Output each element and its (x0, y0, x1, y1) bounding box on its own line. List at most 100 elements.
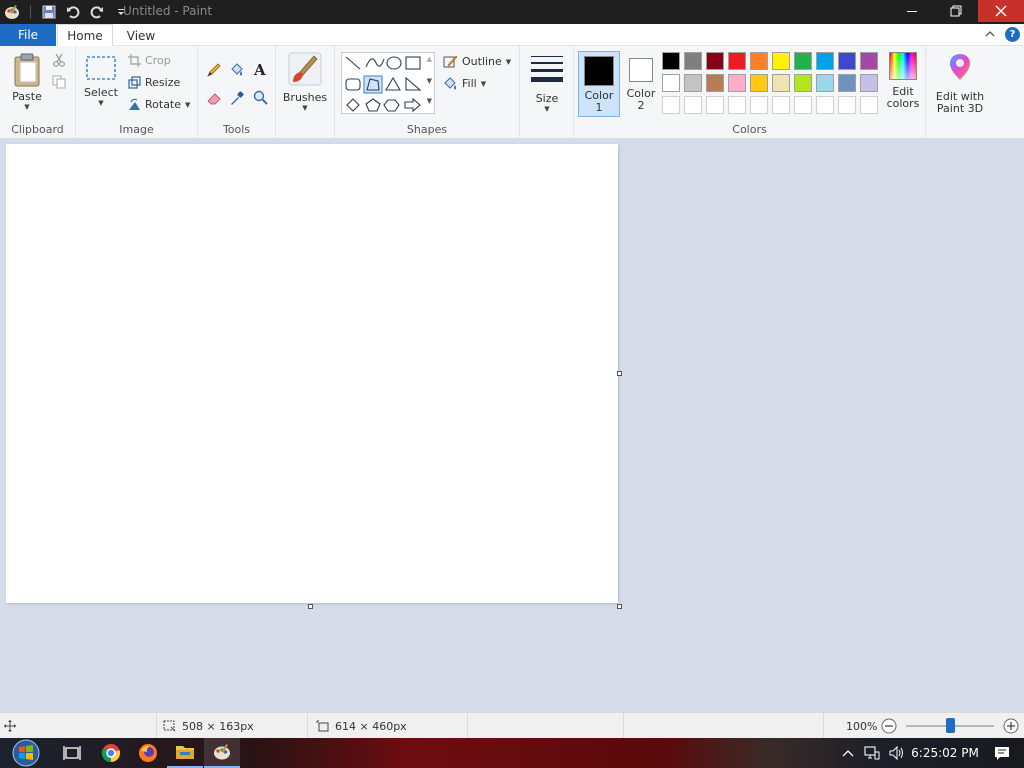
palette-custom-swatch[interactable] (662, 96, 680, 114)
help-icon[interactable]: ? (1005, 27, 1020, 42)
restore-button[interactable] (934, 0, 978, 22)
palette-color-swatch[interactable] (662, 52, 680, 70)
palette-color-swatch[interactable] (838, 74, 856, 92)
close-button[interactable] (978, 0, 1024, 22)
start-button[interactable] (4, 738, 48, 768)
palette-color-swatch[interactable] (706, 52, 724, 70)
palette-color-swatch[interactable] (750, 52, 768, 70)
color-picker-icon[interactable] (229, 90, 245, 109)
minimize-ribbon-icon[interactable] (985, 28, 995, 42)
paste-button[interactable]: Paste ▼ (8, 52, 46, 111)
zoom-slider-thumb[interactable] (946, 718, 955, 733)
palette-custom-swatch[interactable] (684, 96, 702, 114)
palette-color-swatch[interactable] (772, 52, 790, 70)
oval-shape-icon (386, 56, 402, 70)
minimize-button[interactable] (890, 0, 934, 22)
edit-colors-label-2: colors (886, 97, 920, 110)
zoom-out-button[interactable] (881, 718, 897, 737)
palette-custom-swatch[interactable] (794, 96, 812, 114)
taskbar-chrome[interactable] (93, 738, 129, 768)
palette-color-swatch[interactable] (794, 74, 812, 92)
tab-home[interactable]: Home (57, 24, 113, 47)
taskbar-paint[interactable] (204, 738, 240, 768)
outline-button[interactable]: Outline ▼ (443, 54, 511, 69)
palette-color-swatch[interactable] (816, 52, 834, 70)
zoom-in-button[interactable] (1003, 718, 1019, 737)
select-button[interactable]: Select ▼ (83, 54, 119, 107)
palette-color-swatch[interactable] (860, 74, 878, 92)
palette-color-swatch[interactable] (684, 74, 702, 92)
pencil-icon[interactable] (206, 62, 222, 81)
palette-color-swatch[interactable] (706, 74, 724, 92)
paint-app-icon[interactable] (2, 2, 22, 22)
palette-custom-swatch[interactable] (838, 96, 856, 114)
resize-button[interactable]: Resize (128, 76, 180, 89)
canvas-resize-handle-right[interactable] (617, 371, 622, 376)
selection-size: 508 × 163px (156, 713, 308, 739)
palette-color-swatch[interactable] (772, 74, 790, 92)
color1-button[interactable]: Color 1 (578, 51, 620, 117)
paint-taskbar-icon (214, 744, 230, 760)
palette-custom-swatch[interactable] (772, 96, 790, 114)
palette-color-swatch[interactable] (728, 74, 746, 92)
palette-color-swatch[interactable] (750, 74, 768, 92)
palette-custom-swatch[interactable] (728, 96, 746, 114)
palette-color-swatch[interactable] (684, 52, 702, 70)
color2-number: 2 (637, 99, 645, 112)
crop-button[interactable]: Crop (128, 54, 171, 67)
size-button[interactable]: Size ▼ (528, 54, 566, 113)
clock[interactable]: 6:25:02 PM (910, 746, 980, 760)
taskbar-firefox[interactable] (130, 738, 166, 768)
select-label: Select (84, 86, 118, 99)
canvas-size: 614 × 460px (308, 713, 468, 739)
task-view-button[interactable] (54, 738, 90, 768)
drawing-canvas[interactable] (6, 144, 618, 603)
palette-custom-swatch[interactable] (750, 96, 768, 114)
brushes-button[interactable]: Brushes ▼ (282, 52, 328, 112)
color1-number: 1 (595, 101, 603, 114)
title-bar: Untitled - Paint (0, 0, 1024, 24)
rotate-dropdown-icon: ▼ (185, 100, 191, 109)
palette-color-swatch[interactable] (816, 74, 834, 92)
palette-custom-swatch[interactable] (816, 96, 834, 114)
palette-color-swatch[interactable] (794, 52, 812, 70)
shapes-scroll-up-icon[interactable]: ▲ (427, 55, 432, 63)
edit-colors-button[interactable]: Edit colors (882, 52, 924, 110)
volume-icon[interactable] (884, 746, 910, 760)
fill-button[interactable]: Fill ▼ (443, 76, 486, 91)
palette-color-swatch[interactable] (838, 52, 856, 70)
colors-group: Color 1 Color 2 Edit colors Colors (574, 46, 926, 139)
redo-icon[interactable] (87, 2, 107, 22)
shapes-expand-icon[interactable]: ▼ (427, 97, 432, 105)
palette-custom-swatch[interactable] (860, 96, 878, 114)
line-shape-icon (345, 56, 361, 70)
eraser-icon[interactable] (206, 90, 222, 109)
network-icon[interactable] (860, 746, 884, 760)
color2-button[interactable]: Color 2 (624, 51, 658, 117)
paint3d-button[interactable]: Edit with Paint 3D (932, 52, 988, 115)
tab-view[interactable]: View (116, 24, 166, 47)
clipboard-group-label: Clipboard (11, 123, 64, 136)
copy-icon[interactable] (52, 75, 66, 92)
shapes-scroll-down-icon[interactable]: ▼ (427, 77, 432, 85)
action-center-icon[interactable] (980, 746, 1024, 761)
text-icon[interactable]: A (253, 61, 269, 80)
tab-file[interactable]: File (0, 24, 56, 46)
taskbar-file-explorer[interactable] (167, 738, 203, 768)
file-explorer-icon (176, 746, 194, 759)
quick-access-toolbar (0, 0, 131, 24)
palette-custom-swatch[interactable] (706, 96, 724, 114)
canvas-resize-handle-bottom[interactable] (308, 604, 313, 609)
clipboard-group: Paste ▼ Clipboard (0, 46, 76, 139)
canvas-resize-handle-corner[interactable] (617, 604, 622, 609)
undo-icon[interactable] (63, 2, 83, 22)
show-hidden-icons[interactable] (836, 749, 860, 757)
rotate-button[interactable]: Rotate ▼ (128, 98, 190, 111)
palette-color-swatch[interactable] (728, 52, 746, 70)
palette-color-swatch[interactable] (860, 52, 878, 70)
magnifier-icon[interactable] (253, 90, 269, 109)
palette-color-swatch[interactable] (662, 74, 680, 92)
cut-icon[interactable] (52, 53, 66, 70)
fill-bucket-icon[interactable] (229, 62, 245, 81)
save-icon[interactable] (39, 2, 59, 22)
